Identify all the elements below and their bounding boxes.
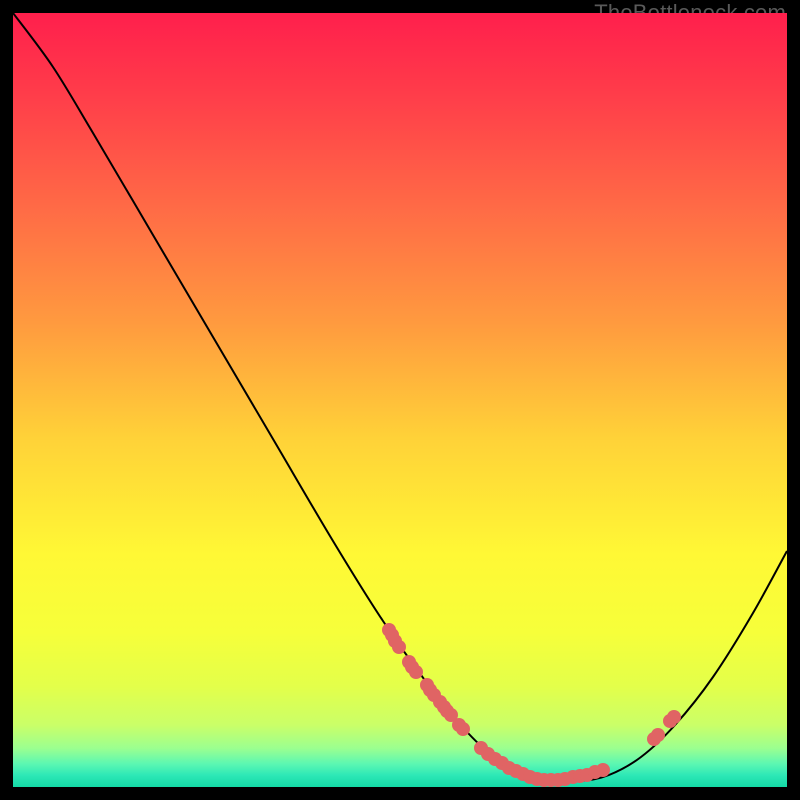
data-dot	[392, 640, 406, 654]
data-dot	[456, 722, 470, 736]
data-dot	[409, 665, 423, 679]
data-dot	[667, 710, 681, 724]
data-dot	[651, 728, 665, 742]
chart-frame	[13, 13, 787, 787]
chart-svg	[13, 13, 787, 787]
data-dots	[382, 623, 681, 787]
data-dot	[596, 763, 610, 777]
bottleneck-curve	[13, 13, 787, 782]
